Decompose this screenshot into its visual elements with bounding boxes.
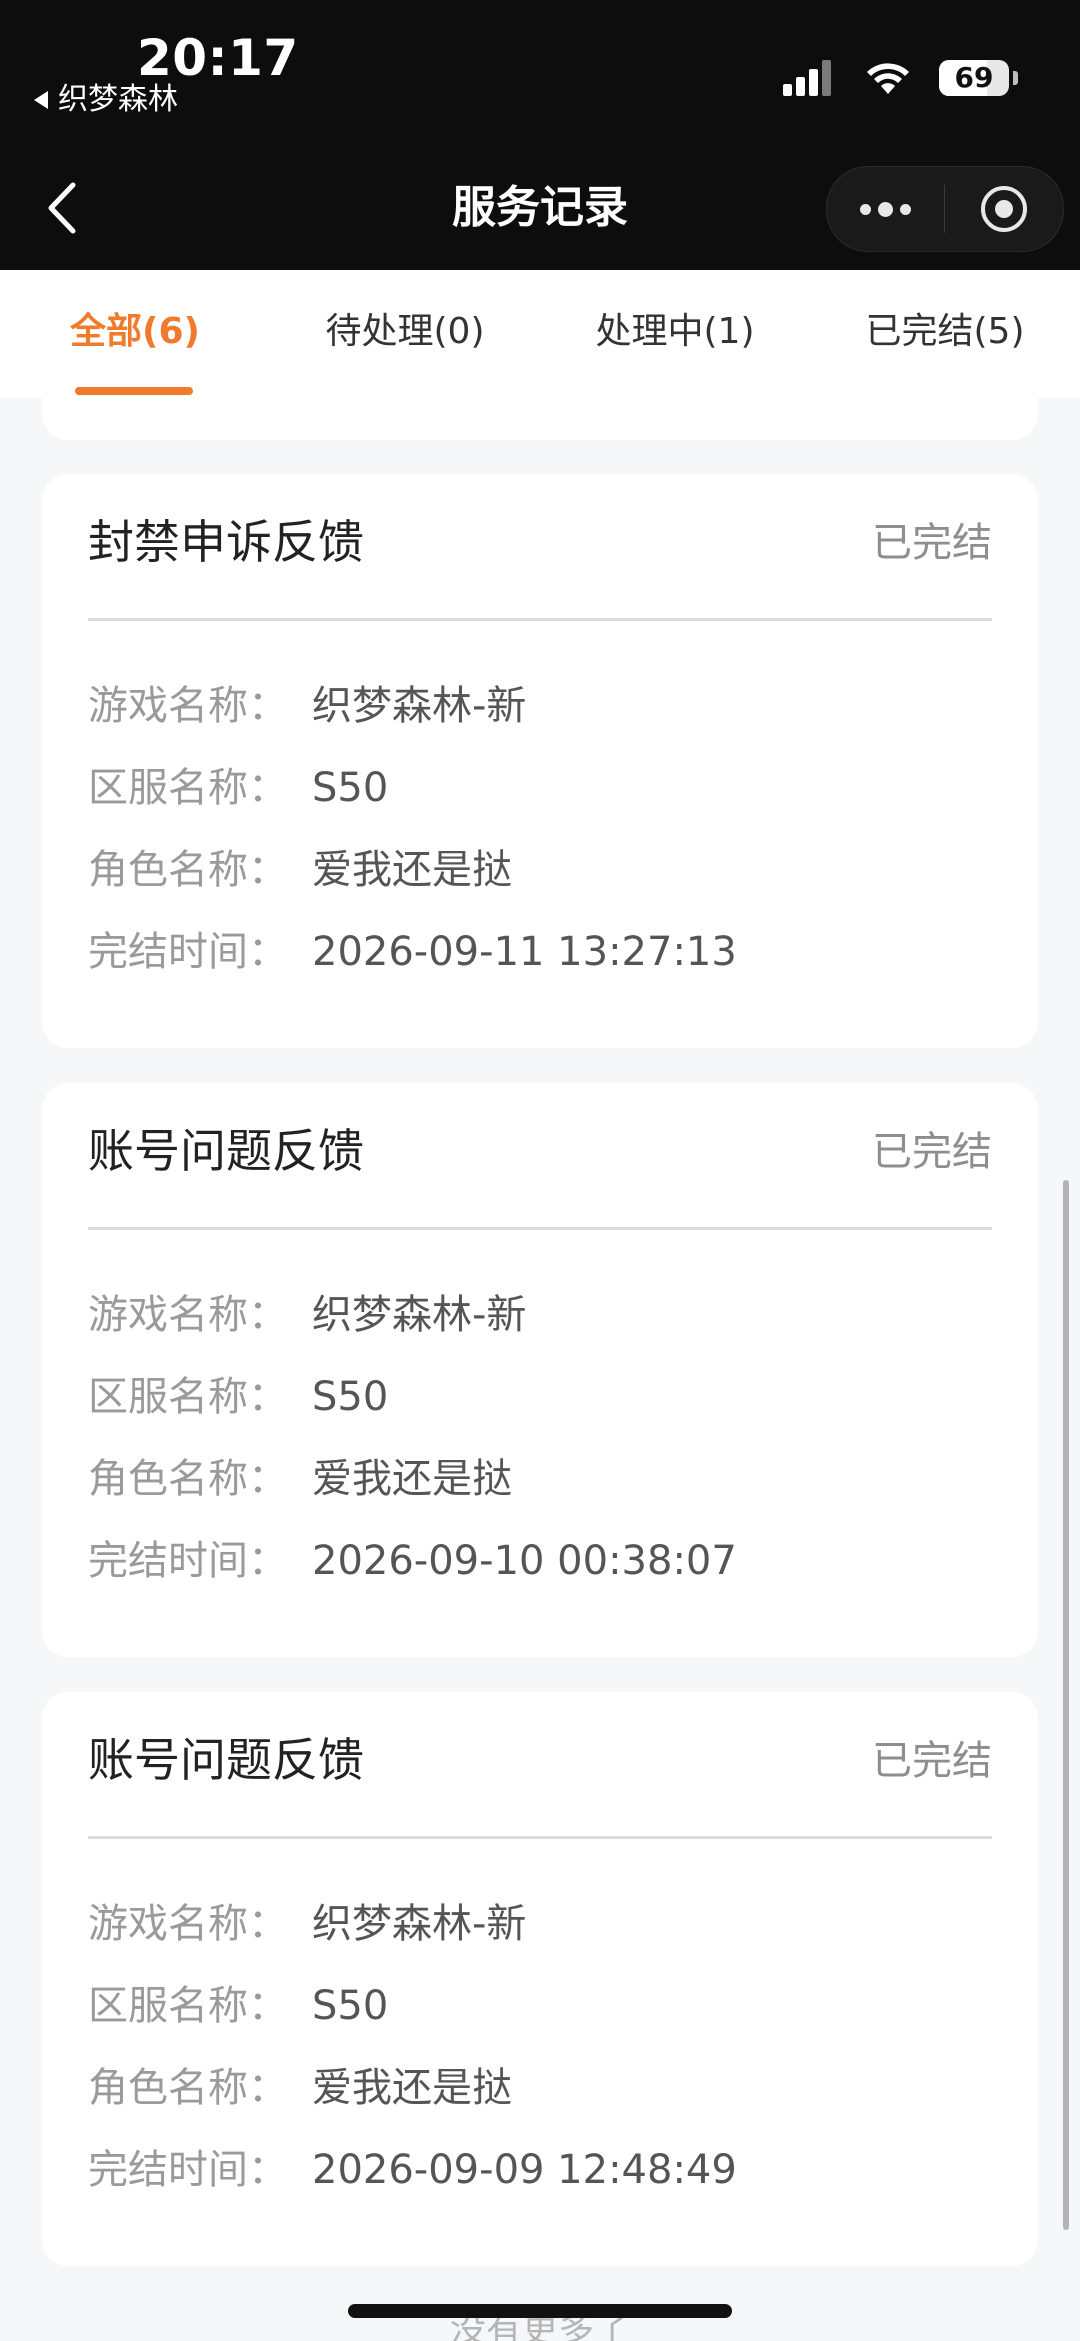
field-label: 完结时间： — [88, 2147, 288, 2193]
tab-processing[interactable]: 处理中(1) — [540, 270, 810, 398]
role-name-row: 角色名称： 爱我还是挞 — [88, 1438, 992, 1520]
server-name-row: 区服名称： S50 — [88, 1356, 992, 1438]
field-value: 2026-09-11 13:27:13 — [312, 929, 737, 975]
completed-time-row: 完结时间： 2026-09-09 12:48:49 — [88, 2129, 992, 2211]
status-time: 20:17 — [137, 29, 299, 87]
field-value: 2026-09-09 12:48:49 — [312, 2147, 737, 2193]
status-badge: 已完结 — [872, 1738, 992, 1784]
field-label: 区服名称： — [88, 1983, 288, 2029]
field-label: 完结时间： — [88, 929, 288, 975]
tab-all[interactable]: 全部(6) — [0, 270, 270, 398]
tab-processing-label: 处理中(1) — [595, 311, 755, 352]
field-value: S50 — [312, 765, 389, 811]
battery-cap — [1013, 71, 1018, 85]
field-value: 2026-09-10 00:38:07 — [312, 1538, 737, 1584]
field-value: 爱我还是挞 — [312, 847, 512, 893]
more-menu-button[interactable] — [827, 167, 944, 251]
field-value: 爱我还是挞 — [312, 1456, 512, 1502]
card-header: 账号问题反馈 已完结 — [88, 1083, 992, 1230]
card-title: 账号问题反馈 — [88, 1733, 364, 1787]
field-value: S50 — [312, 1374, 389, 1420]
wifi-icon — [867, 63, 909, 94]
field-label: 角色名称： — [88, 2065, 288, 2111]
tab-pending-label: 待处理(0) — [325, 311, 485, 352]
record-card[interactable]: 账号问题反馈 已完结 游戏名称： 织梦森林-新 区服名称： S50 角色名称： … — [42, 1692, 1038, 2266]
record-card[interactable]: 封禁申诉反馈 已完结 游戏名称： 织梦森林-新 区服名称： S50 角色名称： … — [42, 474, 1038, 1048]
card-header: 封禁申诉反馈 已完结 — [88, 474, 992, 621]
status-icons: 69 — [781, 58, 1018, 98]
home-indicator[interactable] — [348, 2304, 732, 2318]
back-triangle-icon — [34, 91, 48, 109]
field-label: 游戏名称： — [88, 1292, 288, 1338]
field-label: 游戏名称： — [88, 683, 288, 729]
field-value: 织梦森林-新 — [312, 1901, 527, 1947]
field-label: 角色名称： — [88, 1456, 288, 1502]
server-name-row: 区服名称： S50 — [88, 747, 992, 829]
game-name-row: 游戏名称： 织梦森林-新 — [88, 1883, 992, 1965]
battery-icon: 69 — [939, 60, 1009, 96]
completed-time-row: 完结时间： 2026-09-10 00:38:07 — [88, 1520, 992, 1602]
card-body: 游戏名称： 织梦森林-新 区服名称： S50 角色名称： 爱我还是挞 完结时间：… — [42, 1839, 1038, 2211]
server-name-row: 区服名称： S50 — [88, 1965, 992, 2047]
status-tabs: 全部(6) 待处理(0) 处理中(1) 已完结(5) — [0, 270, 1080, 398]
game-name-row: 游戏名称： 织梦森林-新 — [88, 1274, 992, 1356]
status-badge: 已完结 — [872, 1129, 992, 1175]
record-card-partial[interactable] — [42, 398, 1038, 440]
field-label: 角色名称： — [88, 847, 288, 893]
scrollbar[interactable] — [1063, 1180, 1069, 2230]
top-bar: 20:17 织梦森林 69 服务记录 — [0, 0, 1080, 270]
status-badge: 已完结 — [872, 520, 992, 566]
field-label: 完结时间： — [88, 1538, 288, 1584]
field-value: 织梦森林-新 — [312, 1292, 527, 1338]
card-title: 封禁申诉反馈 — [88, 515, 364, 569]
card-header: 账号问题反馈 已完结 — [88, 1692, 992, 1839]
miniprogram-capsule — [826, 166, 1064, 252]
close-miniprogram-button[interactable] — [945, 167, 1063, 251]
game-name-row: 游戏名称： 织梦森林-新 — [88, 665, 992, 747]
back-app-label: 织梦森林 — [58, 82, 178, 117]
completed-time-row: 完结时间： 2026-09-11 13:27:13 — [88, 911, 992, 993]
field-label: 区服名称： — [88, 1374, 288, 1420]
role-name-row: 角色名称： 爱我还是挞 — [88, 829, 992, 911]
tab-pending[interactable]: 待处理(0) — [270, 270, 540, 398]
tab-completed[interactable]: 已完结(5) — [810, 270, 1080, 398]
field-value: S50 — [312, 1983, 389, 2029]
field-value: 爱我还是挞 — [312, 2065, 512, 2111]
screen: 20:17 织梦森林 69 服务记录 全部(6) 待处理(0) 处理中(1) 已… — [0, 0, 1080, 2341]
more-dots-icon-center — [878, 201, 893, 217]
card-title: 账号问题反馈 — [88, 1124, 364, 1178]
field-value: 织梦森林-新 — [312, 683, 527, 729]
tab-all-label: 全部(6) — [70, 311, 200, 352]
more-dots-icon-right — [900, 203, 911, 215]
card-body: 游戏名称： 织梦森林-新 区服名称： S50 角色名称： 爱我还是挞 完结时间：… — [42, 1230, 1038, 1602]
field-label: 区服名称： — [88, 765, 288, 811]
card-body: 游戏名称： 织梦森林-新 区服名称： S50 角色名称： 爱我还是挞 完结时间：… — [42, 621, 1038, 993]
cellular-signal-icon — [783, 60, 831, 96]
more-dots-icon — [860, 203, 871, 215]
target-close-icon — [981, 186, 1027, 232]
active-tab-indicator — [75, 387, 193, 395]
record-card[interactable]: 账号问题反馈 已完结 游戏名称： 织梦森林-新 区服名称： S50 角色名称： … — [42, 1083, 1038, 1657]
back-to-app-link[interactable]: 织梦森林 — [34, 82, 178, 118]
role-name-row: 角色名称： 爱我还是挞 — [88, 2047, 992, 2129]
tab-completed-label: 已完结(5) — [865, 311, 1025, 352]
field-label: 游戏名称： — [88, 1901, 288, 1947]
battery-percent: 69 — [954, 61, 994, 94]
